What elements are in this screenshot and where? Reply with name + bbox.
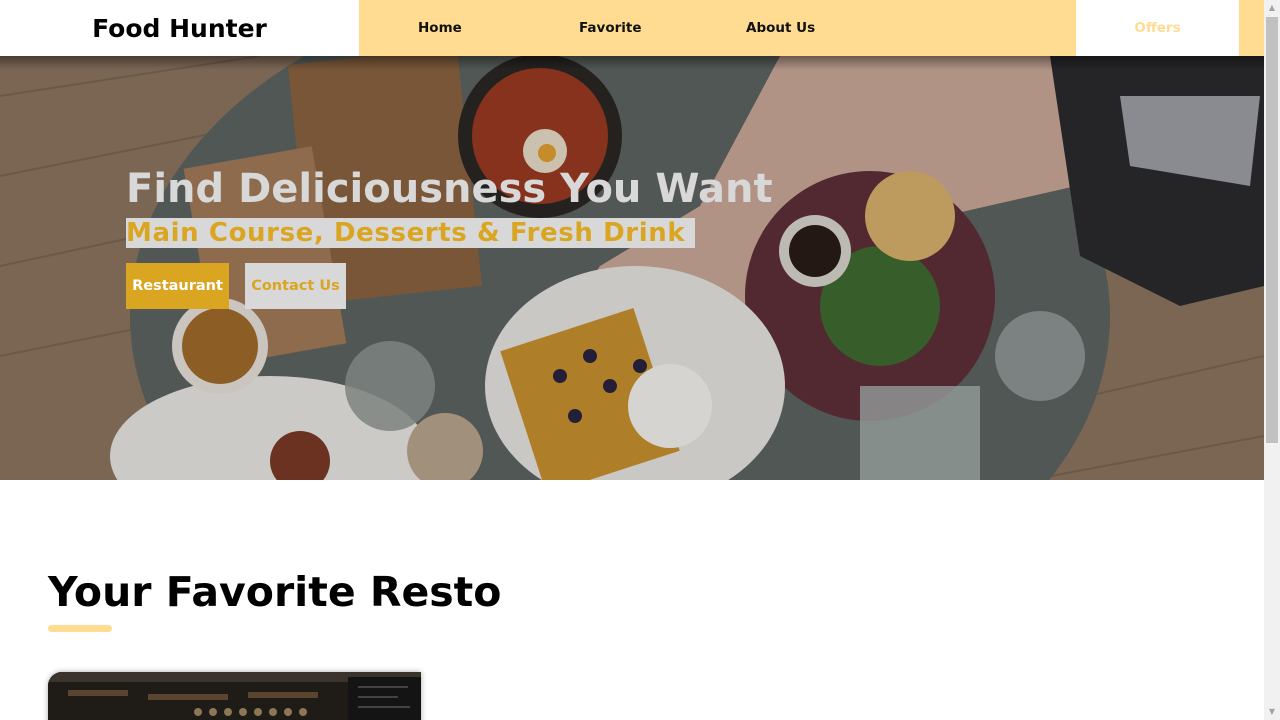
section-title-underline [48, 625, 112, 632]
scroll-down-arrow-icon[interactable]: ▼ [1264, 704, 1280, 720]
section-title: Your Favorite Resto [48, 568, 502, 616]
hero-subtitle: Main Course, Desserts & Fresh Drink [126, 218, 696, 248]
restaurant-interior-photo [48, 672, 421, 720]
vertical-scrollbar[interactable]: ▲ ▼ [1264, 0, 1280, 720]
contact-us-button[interactable]: Contact Us [245, 263, 346, 309]
nav-bar: Home Favorite About Us Offers [359, 0, 1264, 56]
hero-banner: Find Deliciousness You Want Main Course,… [0, 56, 1264, 480]
nav-link-about-us[interactable]: About Us [746, 0, 815, 56]
brand-logo[interactable]: Food Hunter [0, 0, 359, 56]
restaurant-button[interactable]: Restaurant [126, 263, 229, 309]
navbar: Food Hunter Home Favorite About Us Offer… [0, 0, 1264, 56]
scroll-up-arrow-icon[interactable]: ▲ [1264, 0, 1280, 16]
nav-link-home[interactable]: Home [418, 0, 462, 56]
nav-link-offers[interactable]: Offers [1076, 0, 1239, 56]
resto-card[interactable] [48, 672, 421, 720]
hero-top-shadow [0, 56, 1264, 70]
page: Food Hunter Home Favorite About Us Offer… [0, 0, 1264, 720]
hero-title: Find Deliciousness You Want [126, 166, 773, 212]
scrollbar-thumb[interactable] [1266, 17, 1278, 443]
nav-link-favorite[interactable]: Favorite [579, 0, 642, 56]
